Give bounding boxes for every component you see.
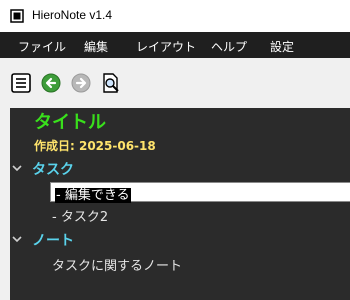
toolbar [0, 58, 350, 108]
section-notes[interactable]: ノート [10, 230, 210, 250]
section-heading: ノート [32, 233, 74, 249]
left-gutter [0, 108, 10, 300]
forward-arrow-icon[interactable] [71, 73, 91, 93]
window-titlebar: HieroNote v1.4 [0, 0, 350, 32]
task-prefix: - [56, 188, 65, 203]
menu-file[interactable]: ファイル [18, 38, 66, 55]
note-body[interactable]: タスクに関するノート [52, 255, 182, 274]
menu-edit[interactable]: 編集 [84, 38, 108, 55]
back-arrow-icon[interactable] [41, 73, 61, 93]
list-icon[interactable] [11, 73, 31, 93]
app-icon [10, 9, 24, 23]
window-title: HieroNote v1.4 [32, 8, 113, 22]
chevron-down-icon[interactable] [12, 234, 22, 244]
list-item[interactable]: - タスク2 [52, 206, 108, 225]
chevron-down-icon[interactable] [12, 163, 22, 173]
task-selected-text: 編集できる [64, 188, 130, 203]
section-tasks[interactable]: タスク [10, 159, 210, 179]
document-title: タイトル [34, 112, 106, 133]
task-edit-field[interactable]: - 編集できる [50, 182, 350, 203]
menu-bar: ファイル 編集 レイアウト ヘルプ 設定 [0, 32, 350, 58]
menu-help[interactable]: ヘルプ [211, 38, 247, 55]
created-date: 作成日: 2025-06-18 [34, 139, 156, 153]
document-view: タイトル 作成日: 2025-06-18 タスク - 編集できる - タスク2 … [10, 108, 350, 300]
menu-layout[interactable]: レイアウト [136, 38, 196, 55]
task-edit-value: - 編集できる [55, 184, 131, 203]
menu-settings[interactable]: 設定 [270, 38, 294, 55]
section-heading: タスク [32, 162, 74, 178]
preview-search-icon[interactable] [101, 73, 121, 93]
